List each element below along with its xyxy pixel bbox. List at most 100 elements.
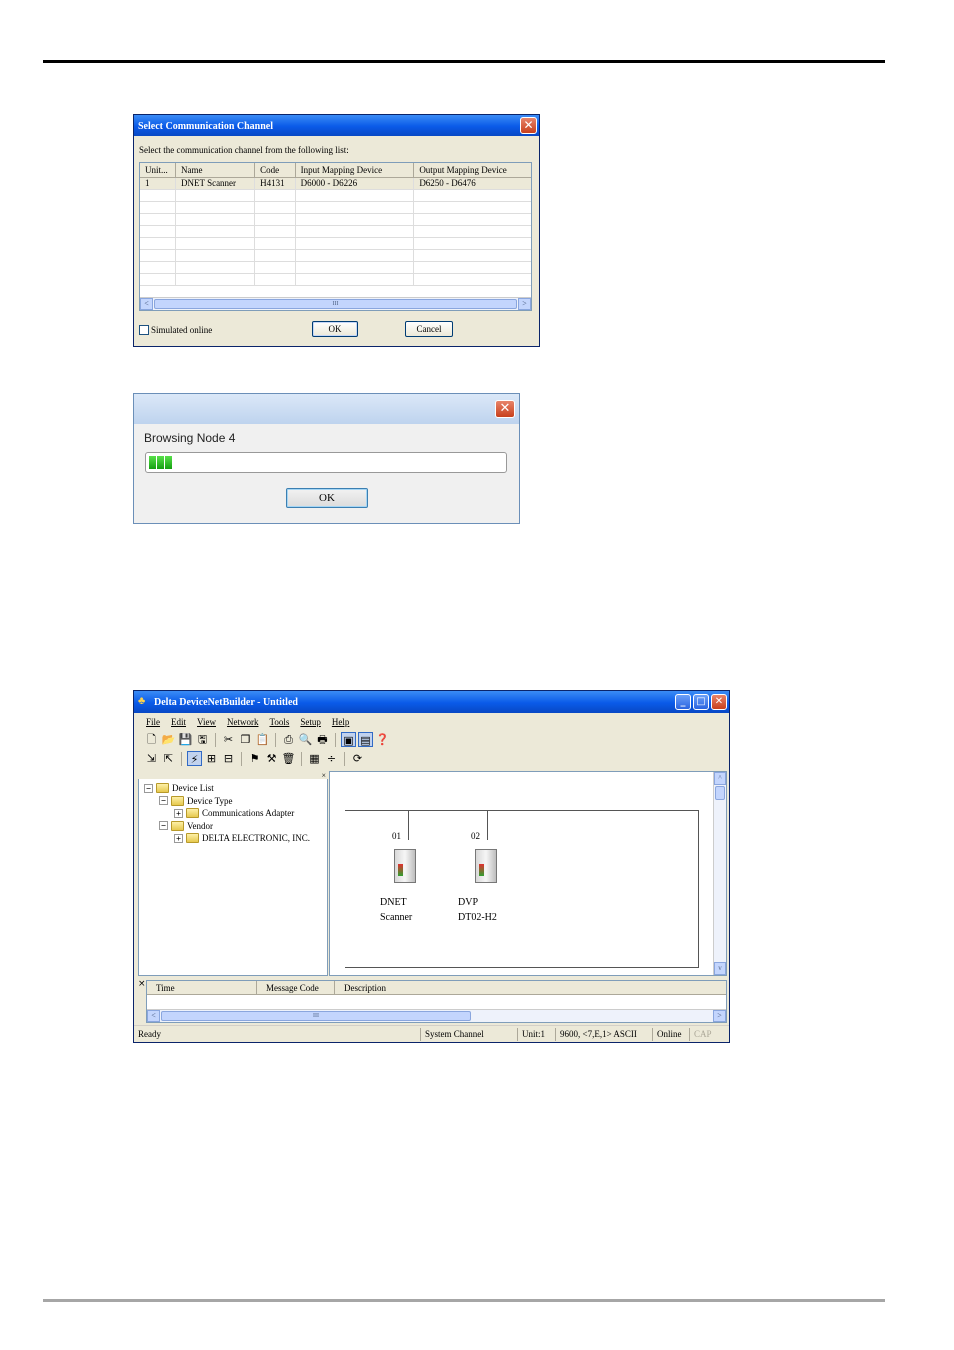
dnet-scanner-device-icon[interactable] [394, 849, 416, 883]
scroll-right-icon[interactable]: > [518, 298, 531, 310]
vertical-scrollbar[interactable]: ^ v [713, 772, 726, 975]
tree-node[interactable]: − Device List [144, 782, 310, 795]
table-cell [140, 261, 176, 274]
checkbox-box[interactable] [139, 325, 149, 335]
save-icon[interactable]: 💾 [178, 732, 193, 747]
open-icon[interactable]: 📂 [161, 732, 176, 747]
close-icon[interactable]: ✕ [711, 694, 727, 710]
online-icon[interactable]: ⚡ [187, 751, 202, 766]
close-icon[interactable]: ✕ [520, 117, 537, 134]
scanner-config-icon[interactable]: ⊟ [221, 751, 236, 766]
collapse-icon[interactable]: − [159, 796, 168, 806]
table-row[interactable] [140, 237, 531, 250]
refresh-icon[interactable]: ⟳ [350, 751, 365, 766]
print-preview-icon[interactable]: 🔍 [298, 732, 313, 747]
tree-node[interactable]: − Vendor [144, 820, 310, 833]
collapse-icon[interactable]: − [144, 783, 153, 793]
table-cell [254, 249, 296, 262]
table-cell [295, 273, 415, 286]
table-cell [140, 213, 176, 226]
horizontal-scrollbar[interactable]: < III > [140, 297, 531, 310]
print-setup-icon[interactable]: ⎙ [281, 732, 296, 747]
table-cell [140, 249, 176, 262]
message-window-toggle-icon[interactable]: ▤ [358, 732, 373, 747]
table-cell [413, 213, 531, 226]
scroll-left-icon[interactable]: < [140, 298, 153, 310]
table-row[interactable] [140, 189, 531, 202]
panel-close-icon[interactable]: × [138, 771, 328, 780]
dvp-dt02-device-icon[interactable] [475, 849, 497, 883]
table-row[interactable]: 1 DNET Scanner H4131 D6000 - D6226 D6250 - D… [140, 177, 531, 190]
save-as-icon[interactable]: 🖫 [195, 732, 210, 747]
copy-icon[interactable]: ❐ [238, 732, 253, 747]
device-list-toggle-icon[interactable]: ▣ [341, 732, 356, 747]
delete-node-icon[interactable]: 🗑 [281, 751, 296, 766]
table-row[interactable] [140, 249, 531, 262]
node-address-icon[interactable]: ÷ [324, 751, 339, 766]
column-header[interactable]: Unit... [140, 163, 176, 178]
collapse-icon[interactable]: − [159, 821, 168, 831]
col-description[interactable]: Description [335, 981, 535, 994]
menu-view[interactable]: View [197, 717, 216, 727]
simulated-online-checkbox[interactable]: Simulated online [139, 325, 212, 335]
scroll-right-icon[interactable]: > [713, 1010, 726, 1022]
progress-block [157, 456, 164, 469]
tree-node[interactable]: + Communications Adapter [144, 807, 310, 820]
scroll-thumb[interactable] [715, 786, 725, 800]
help-icon[interactable]: ❓ [375, 732, 390, 747]
expand-icon[interactable]: + [174, 808, 183, 818]
maximize-icon[interactable]: □ [693, 694, 709, 710]
upload-icon[interactable]: ⇲ [144, 751, 159, 766]
channel-grid[interactable]: Unit... Name Code Input Mapping Device Outpu… [139, 162, 532, 311]
close-icon[interactable]: ✕ [495, 400, 515, 418]
column-header[interactable]: Code [254, 163, 296, 178]
menu-file[interactable]: File [146, 717, 160, 727]
cancel-button[interactable]: Cancel [405, 321, 453, 337]
scan-network-icon[interactable]: ⊞ [204, 751, 219, 766]
column-header[interactable]: Output Mapping Device [413, 163, 531, 178]
download-icon[interactable]: ⇱ [161, 751, 176, 766]
scroll-down-icon[interactable]: v [714, 962, 726, 975]
menu-edit[interactable]: Edit [171, 717, 186, 727]
tree-node[interactable]: − Device Type [144, 795, 310, 808]
minimize-icon[interactable]: _ [675, 694, 691, 710]
tree-node-label: Communications Adapter [202, 808, 295, 819]
table-row[interactable] [140, 225, 531, 238]
properties-icon[interactable]: ⚒ [264, 751, 279, 766]
new-icon[interactable]: 🗋 [144, 732, 159, 747]
horizontal-scrollbar[interactable]: < III > [147, 1009, 726, 1022]
window-title: Delta DeviceNetBuilder - Untitled [154, 697, 298, 708]
table-row[interactable] [140, 201, 531, 214]
table-row[interactable] [140, 213, 531, 226]
menu-help[interactable]: Help [332, 717, 350, 727]
col-message-code[interactable]: Message Code [257, 981, 335, 994]
column-header[interactable]: Input Mapping Device [295, 163, 415, 178]
scroll-up-icon[interactable]: ^ [714, 772, 726, 785]
message-panel-close-icon[interactable]: × [138, 979, 146, 989]
grid-icon[interactable]: ▦ [307, 751, 322, 766]
scroll-thumb[interactable]: III [154, 299, 517, 309]
node-address: 01 [392, 831, 401, 841]
tree-node[interactable]: + DELTA ELECTRONIC, INC. [144, 832, 310, 845]
col-time[interactable]: Time [147, 981, 257, 994]
ok-button[interactable]: OK [286, 488, 368, 508]
column-header[interactable]: Name [175, 163, 256, 178]
table-row[interactable] [140, 273, 531, 286]
ok-button[interactable]: OK [312, 321, 358, 337]
print-icon[interactable]: 🖶 [315, 732, 330, 747]
menu-tools[interactable]: Tools [269, 717, 289, 727]
diagnose-icon[interactable]: ⚑ [247, 751, 262, 766]
cut-icon[interactable]: ✂ [221, 732, 236, 747]
table-cell [295, 225, 415, 238]
expand-icon[interactable]: + [174, 833, 183, 843]
table-row[interactable] [140, 261, 531, 274]
menu-setup[interactable]: Setup [300, 717, 321, 727]
scroll-thumb[interactable]: III [161, 1011, 471, 1021]
toolbar-separator [335, 732, 336, 747]
node-address: 02 [471, 831, 480, 841]
menu-network[interactable]: Network [227, 717, 259, 727]
paste-icon[interactable]: 📋 [255, 732, 270, 747]
table-cell [254, 201, 296, 214]
scroll-left-icon[interactable]: < [147, 1010, 160, 1022]
network-view[interactable]: 01 02 DNET Scanner DVP DT02-H2 ^ v [329, 771, 727, 976]
